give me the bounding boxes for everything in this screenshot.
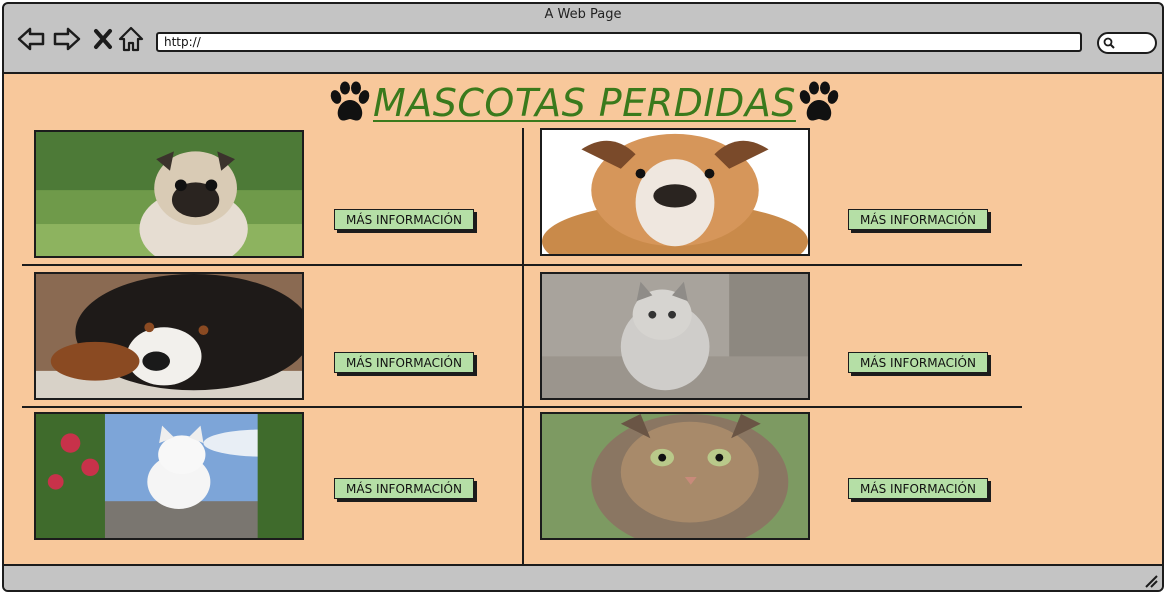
more-info-button[interactable]: MÁS INFORMACIÓN — [848, 478, 988, 499]
pet-photo-bulldog — [540, 128, 810, 256]
more-info-button[interactable]: MÁS INFORMACIÓN — [334, 352, 474, 373]
window-title: A Web Page — [544, 7, 622, 22]
home-icon[interactable] — [116, 24, 146, 54]
page-title: MASCOTAS PERDIDAS — [373, 81, 796, 125]
search-button[interactable] — [1097, 32, 1157, 54]
paw-print-icon — [330, 81, 370, 121]
more-info-button[interactable]: MÁS INFORMACIÓN — [848, 352, 988, 373]
more-info-button[interactable]: MÁS INFORMACIÓN — [848, 209, 988, 230]
row-divider — [22, 264, 1022, 266]
forward-arrow-icon[interactable] — [52, 24, 82, 54]
pet-photo-tabby-cat — [540, 412, 810, 540]
pet-photo-white-cat — [34, 412, 304, 540]
row-divider — [22, 406, 1022, 408]
resize-grip-icon[interactable] — [1142, 572, 1158, 588]
pet-photo-bernese — [34, 272, 304, 400]
browser-window: A Web Page http:// MASCOTAS PERDIDAS MÁS… — [2, 2, 1164, 592]
more-info-button[interactable]: MÁS INFORMACIÓN — [334, 209, 474, 230]
paw-print-icon — [799, 81, 839, 121]
url-input[interactable]: http:// — [156, 32, 1082, 52]
search-icon — [1103, 37, 1115, 49]
page-header: MASCOTAS PERDIDAS — [327, 78, 842, 128]
pet-photo-gray-kitten — [540, 272, 810, 400]
close-x-icon[interactable] — [88, 24, 118, 54]
back-arrow-icon[interactable] — [16, 24, 46, 54]
more-info-button[interactable]: MÁS INFORMACIÓN — [334, 478, 474, 499]
pet-photo-pug — [34, 130, 304, 258]
column-divider — [522, 128, 524, 568]
page-content: MASCOTAS PERDIDAS MÁS INFORMACIÓN MÁS IN… — [4, 72, 1162, 568]
status-bar — [4, 566, 1162, 590]
